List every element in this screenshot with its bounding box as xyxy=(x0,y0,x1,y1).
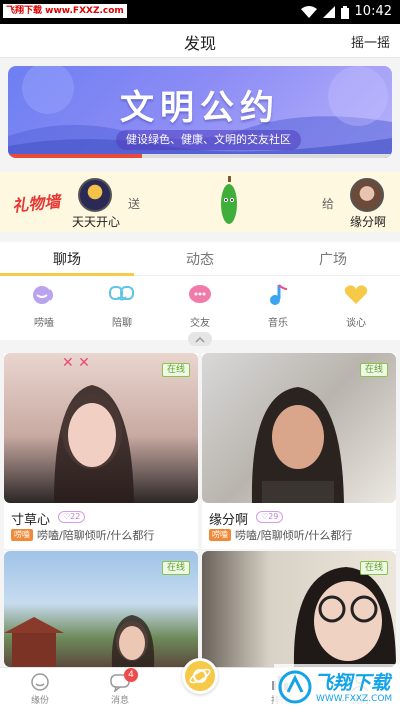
planet-icon xyxy=(189,668,211,684)
like-count: 29 xyxy=(268,512,279,521)
top-header: 发现 摇一摇 xyxy=(0,24,400,58)
site-watermark: 飞翔下载 WWW.FXXZ.COM xyxy=(274,664,400,711)
status-time: 10:42 xyxy=(354,4,392,19)
category-heart-talk[interactable]: 谈心 xyxy=(316,284,396,329)
top-watermark: 飞翔下载 www.FXXZ.com xyxy=(3,4,127,18)
category-chat[interactable]: 唠嗑 xyxy=(4,284,84,329)
online-badge: 在线 xyxy=(161,363,190,377)
gift-wall-logo: 礼物墙 xyxy=(11,191,62,216)
send-word: 送 xyxy=(128,197,141,211)
center-planet-button[interactable] xyxy=(182,658,218,694)
user-description: 唠嗑/陪聊倾听/什么都行 xyxy=(235,529,353,542)
nav-fate[interactable]: 缘份 xyxy=(0,672,80,706)
music-note-icon xyxy=(270,284,288,305)
status-bar: 飞翔下载 www.FXXZ.com 10:42 xyxy=(0,0,400,24)
category-tag: 唠嗑 xyxy=(209,529,231,541)
site-watermark-title: 飞翔下载 xyxy=(314,672,391,694)
heart-icon xyxy=(344,285,368,304)
receiver-name: 缘分啊 xyxy=(350,215,387,229)
chevron-up-icon xyxy=(195,336,205,343)
civility-banner[interactable]: 文明公约 健设绿色、健康、文明的交友社区 xyxy=(8,66,392,158)
nav-label: 缘份 xyxy=(30,696,49,706)
category-label: 交友 xyxy=(190,318,210,329)
category-music[interactable]: 音乐 xyxy=(238,284,318,329)
online-badge: 在线 xyxy=(359,561,388,575)
user-card[interactable]: 在线 缘分啊 ♡29 唠嗑 唠嗑/陪聊倾听/什么都行 xyxy=(202,353,396,549)
category-label: 音乐 xyxy=(268,318,288,329)
message-count-badge: 4 xyxy=(124,668,138,682)
gift-wall[interactable]: 礼物墙 天天开心 送 给 缘分啊 xyxy=(0,172,400,232)
site-watermark-url: WWW.FXXZ.COM xyxy=(316,694,393,704)
chat-heart-icon xyxy=(189,285,211,303)
banner-carousel-progress xyxy=(8,154,392,158)
nav-label: 消息 xyxy=(110,696,129,706)
user-card[interactable]: ✕ ✕ 在线 寸草心 ♡22 唠嗑 唠嗑/陪聊倾听/什么都行 xyxy=(4,353,198,549)
face-icon xyxy=(31,673,49,691)
category-label: 陪聊 xyxy=(112,318,132,329)
tab-moments[interactable]: 动态 xyxy=(133,249,267,269)
user-description: 唠嗑/陪聊倾听/什么都行 xyxy=(37,529,155,542)
wifi-icon xyxy=(300,6,317,18)
like-count-badge: ♡29 xyxy=(256,511,284,523)
category-row: 唠嗑 陪聊 交友 音乐 谈心 xyxy=(0,276,400,340)
tab-chat-room[interactable]: 聊场 xyxy=(0,249,134,269)
banner-subtitle: 健设绿色、健康、文明的交友社区 xyxy=(116,130,301,150)
give-word: 给 xyxy=(322,197,335,211)
category-tag: 唠嗑 xyxy=(11,529,33,541)
svg-text:✕ ✕: ✕ ✕ xyxy=(62,355,90,371)
category-friends[interactable]: 交友 xyxy=(160,284,240,329)
nav-messages[interactable]: 消息 4 xyxy=(80,668,160,706)
user-card[interactable]: 在线 xyxy=(202,551,396,667)
category-label: 谈心 xyxy=(346,318,366,329)
cucumber-gift-icon xyxy=(221,176,237,224)
shake-button[interactable]: 摇一摇 xyxy=(351,32,390,51)
user-name: 寸草心 xyxy=(11,513,51,528)
sender-name: 天天开心 xyxy=(72,215,121,229)
banner-title: 文明公约 xyxy=(120,88,280,128)
chat-bubble-icon xyxy=(33,286,53,304)
feixiang-logo-icon xyxy=(278,670,312,704)
receiver-avatar[interactable] xyxy=(350,178,384,212)
category-companion[interactable]: 陪聊 xyxy=(82,284,162,329)
like-count-badge: ♡22 xyxy=(58,511,86,523)
category-label: 唠嗑 xyxy=(34,318,54,329)
user-card[interactable]: 在线 xyxy=(4,551,198,667)
user-name: 缘分啊 xyxy=(209,513,249,528)
main-tabs: 聊场 动态 广场 xyxy=(0,242,400,276)
battery-icon xyxy=(340,5,349,19)
sender-avatar[interactable] xyxy=(78,178,112,212)
online-badge: 在线 xyxy=(359,363,388,377)
tab-plaza[interactable]: 广场 xyxy=(266,249,400,269)
collapse-toggle[interactable] xyxy=(188,332,212,346)
page-title: 发现 xyxy=(183,34,216,53)
like-count: 22 xyxy=(70,512,81,521)
signal-icon xyxy=(322,6,335,18)
heart-bubbles-icon xyxy=(109,286,134,301)
online-badge: 在线 xyxy=(161,561,190,575)
